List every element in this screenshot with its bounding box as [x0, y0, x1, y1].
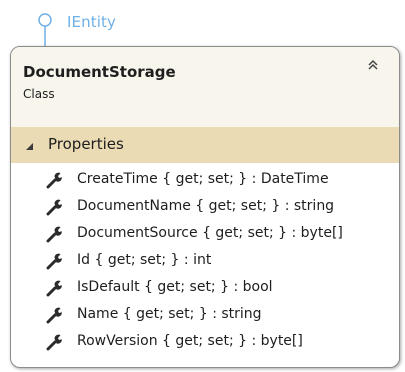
property-signature: IsDefault { get; set; } : bool: [77, 279, 273, 295]
property-list: CreateTime { get; set; } : DateTime Docu…: [11, 167, 399, 356]
wrench-icon: [46, 307, 62, 324]
class-shape[interactable]: DocumentStorage Class Properties CreateT…: [10, 46, 400, 368]
wrench-icon: [46, 172, 62, 189]
collapse-chevron-icon[interactable]: [365, 57, 381, 73]
class-header[interactable]: DocumentStorage Class: [11, 47, 399, 128]
property-signature: Id { get; set; } : int: [77, 252, 212, 268]
list-item[interactable]: Name { get; set; } : string: [11, 302, 399, 329]
wrench-icon: [46, 226, 62, 243]
class-diagram: IEntity DocumentStorage Class Properties: [0, 0, 405, 372]
class-stereotype: Class: [23, 87, 55, 101]
list-item[interactable]: RowVersion { get; set; } : byte[]: [11, 329, 399, 356]
list-item[interactable]: Id { get; set; } : int: [11, 248, 399, 275]
wrench-icon: [46, 253, 62, 270]
class-name: DocumentStorage: [23, 63, 176, 81]
wrench-icon: [46, 199, 62, 216]
section-header-properties[interactable]: Properties: [11, 127, 399, 163]
property-signature: DocumentName { get; set; } : string: [77, 198, 335, 214]
wrench-icon: [46, 334, 62, 351]
list-item[interactable]: CreateTime { get; set; } : DateTime: [11, 167, 399, 194]
property-signature: DocumentSource { get; set; } : byte[]: [77, 225, 343, 241]
property-signature: Name { get; set; } : string: [77, 306, 262, 322]
list-item[interactable]: IsDefault { get; set; } : bool: [11, 275, 399, 302]
property-signature: RowVersion { get; set; } : byte[]: [77, 333, 303, 349]
expand-triangle-icon[interactable]: [23, 140, 35, 152]
property-signature: CreateTime { get; set; } : DateTime: [77, 171, 329, 187]
interface-name[interactable]: IEntity: [67, 13, 116, 31]
section-title: Properties: [48, 135, 124, 153]
list-item[interactable]: DocumentSource { get; set; } : byte[]: [11, 221, 399, 248]
list-item[interactable]: DocumentName { get; set; } : string: [11, 194, 399, 221]
wrench-icon: [46, 280, 62, 297]
